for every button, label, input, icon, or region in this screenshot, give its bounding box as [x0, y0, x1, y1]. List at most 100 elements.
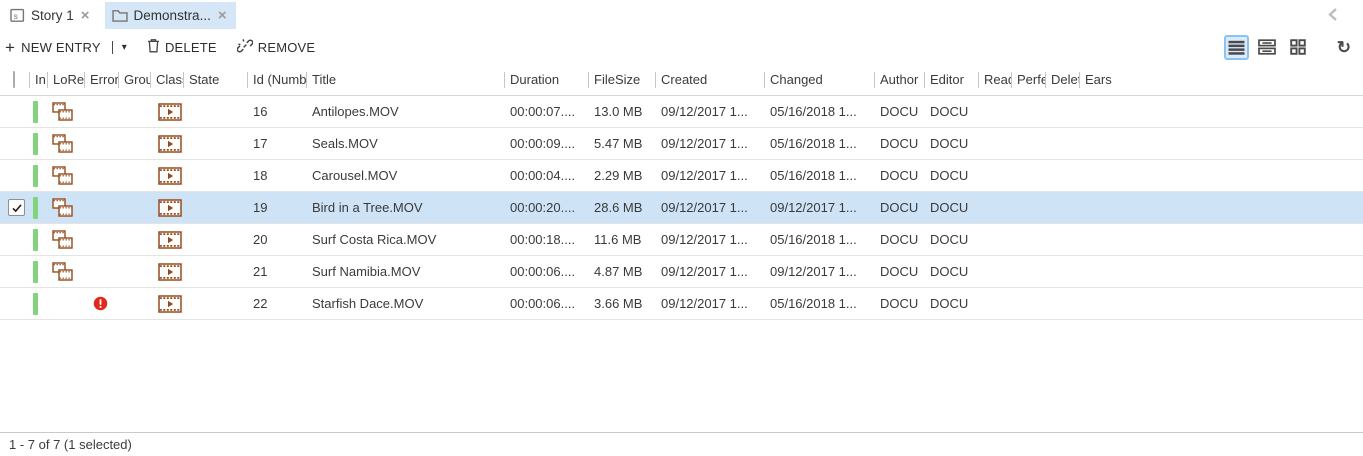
state-cell [184, 160, 248, 191]
status-bar-green [33, 229, 38, 251]
lowres-proxy-icon [52, 102, 73, 121]
table-body: 16 Antilopes.MOV 00:00:07.... 13.0 MB 09… [0, 96, 1363, 320]
table-row[interactable]: 21 Surf Namibia.MOV 00:00:06.... 4.87 MB… [0, 256, 1363, 288]
ears-cell [1080, 128, 1363, 159]
column-header-perfe[interactable]: Perfe [1012, 64, 1046, 95]
status-bar-green [33, 261, 38, 283]
list-view-button[interactable] [1224, 35, 1249, 60]
class-cell [151, 224, 184, 255]
filesize-cell: 13.0 MB [589, 96, 656, 127]
in-cell [30, 224, 48, 255]
perfe-cell [1012, 96, 1046, 127]
select-all-checkbox[interactable] [13, 71, 15, 88]
perfe-cell [1012, 224, 1046, 255]
ears-cell [1080, 96, 1363, 127]
status-bar: 1 - 7 of 7 (1 selected) [0, 432, 1363, 456]
changed-cell: 05/16/2018 1... [765, 288, 875, 319]
title-cell: Starfish Dace.MOV [307, 288, 505, 319]
state-cell [184, 288, 248, 319]
lowres-proxy-icon [52, 134, 73, 153]
lores-cell [48, 128, 85, 159]
folder-icon [112, 9, 128, 22]
column-header-error[interactable]: Error [85, 64, 119, 95]
column-header-in[interactable]: In [30, 64, 48, 95]
refresh-icon[interactable]: ↻ [1337, 39, 1351, 56]
status-bar-green [33, 165, 38, 187]
title-cell: Surf Costa Rica.MOV [307, 224, 505, 255]
unlink-icon [237, 38, 253, 57]
column-header-title[interactable]: Title [307, 64, 505, 95]
lores-cell [48, 160, 85, 191]
state-cell [184, 96, 248, 127]
table-row[interactable]: 16 Antilopes.MOV 00:00:07.... 13.0 MB 09… [0, 96, 1363, 128]
new-entry-button[interactable]: + NEW ENTRY ▾ [5, 39, 127, 56]
class-cell [151, 96, 184, 127]
changed-cell: 05/16/2018 1... [765, 160, 875, 191]
error-cell [85, 256, 119, 287]
video-class-icon [158, 231, 182, 249]
column-header-id[interactable]: Id (Numb [248, 64, 307, 95]
read-cell [979, 128, 1012, 159]
column-header-read[interactable]: Read [979, 64, 1012, 95]
table-row[interactable]: 18 Carousel.MOV 00:00:04.... 2.29 MB 09/… [0, 160, 1363, 192]
rows-view-button[interactable] [1255, 35, 1280, 60]
tab-story-1[interactable]: s Story 1 × [3, 2, 99, 29]
in-cell [30, 192, 48, 223]
column-header-filesize[interactable]: FileSize [589, 64, 656, 95]
state-cell [184, 256, 248, 287]
column-header-ears[interactable]: Ears [1080, 64, 1363, 95]
lores-cell [48, 96, 85, 127]
author-cell: DOCU [875, 160, 925, 191]
duration-cell: 00:00:18.... [505, 224, 589, 255]
read-cell [979, 256, 1012, 287]
table-row[interactable]: 17 Seals.MOV 00:00:09.... 5.47 MB 09/12/… [0, 128, 1363, 160]
column-header-state[interactable]: State [184, 64, 248, 95]
author-cell: DOCU [875, 128, 925, 159]
error-cell [85, 128, 119, 159]
column-header-editor[interactable]: Editor [925, 64, 979, 95]
column-header-group[interactable]: Grou [119, 64, 151, 95]
column-header-delete[interactable]: Delet [1046, 64, 1080, 95]
created-cell: 09/12/2017 1... [656, 96, 765, 127]
perfe-cell [1012, 288, 1046, 319]
chevron-down-icon[interactable]: ▾ [122, 42, 127, 53]
column-header-class[interactable]: Class [151, 64, 184, 95]
delete-cell [1046, 128, 1080, 159]
column-header-author[interactable]: Author [875, 64, 925, 95]
tab-demonstration[interactable]: Demonstra... × [105, 2, 236, 29]
table-row[interactable]: 19 Bird in a Tree.MOV 00:00:20.... 28.6 … [0, 192, 1363, 224]
status-bar-green [33, 197, 38, 219]
column-header-lores[interactable]: LoRe [48, 64, 85, 95]
editor-cell: DOCU [925, 256, 979, 287]
error-icon [93, 296, 108, 311]
id-cell: 16 [248, 96, 307, 127]
filesize-cell: 3.66 MB [589, 288, 656, 319]
table-row[interactable]: 22 Starfish Dace.MOV 00:00:06.... 3.66 M… [0, 288, 1363, 320]
close-icon[interactable]: × [81, 8, 90, 23]
status-bar-green [33, 101, 38, 123]
grid-view-button[interactable] [1286, 35, 1311, 60]
toolbar: + NEW ENTRY ▾ DELETE REMOVE [0, 30, 1363, 64]
class-cell [151, 256, 184, 287]
column-header-created[interactable]: Created [656, 64, 765, 95]
changed-cell: 05/16/2018 1... [765, 224, 875, 255]
group-cell [119, 192, 151, 223]
editor-cell: DOCU [925, 288, 979, 319]
delete-cell [1046, 160, 1080, 191]
table-row[interactable]: 20 Surf Costa Rica.MOV 00:00:18.... 11.6… [0, 224, 1363, 256]
column-header-changed[interactable]: Changed [765, 64, 875, 95]
column-header-duration[interactable]: Duration [505, 64, 589, 95]
lores-cell [48, 288, 85, 319]
created-cell: 09/12/2017 1... [656, 128, 765, 159]
delete-cell [1046, 288, 1080, 319]
delete-button[interactable]: DELETE [147, 38, 217, 56]
row-checkbox[interactable] [8, 199, 25, 216]
read-cell [979, 224, 1012, 255]
close-icon[interactable]: × [218, 8, 227, 23]
list-view-icon [1228, 40, 1245, 55]
remove-button[interactable]: REMOVE [237, 38, 316, 57]
lowres-proxy-icon [52, 198, 73, 217]
checkbox-cell [0, 224, 30, 255]
delete-label: DELETE [165, 40, 217, 55]
chevron-left-icon[interactable] [1327, 7, 1339, 27]
